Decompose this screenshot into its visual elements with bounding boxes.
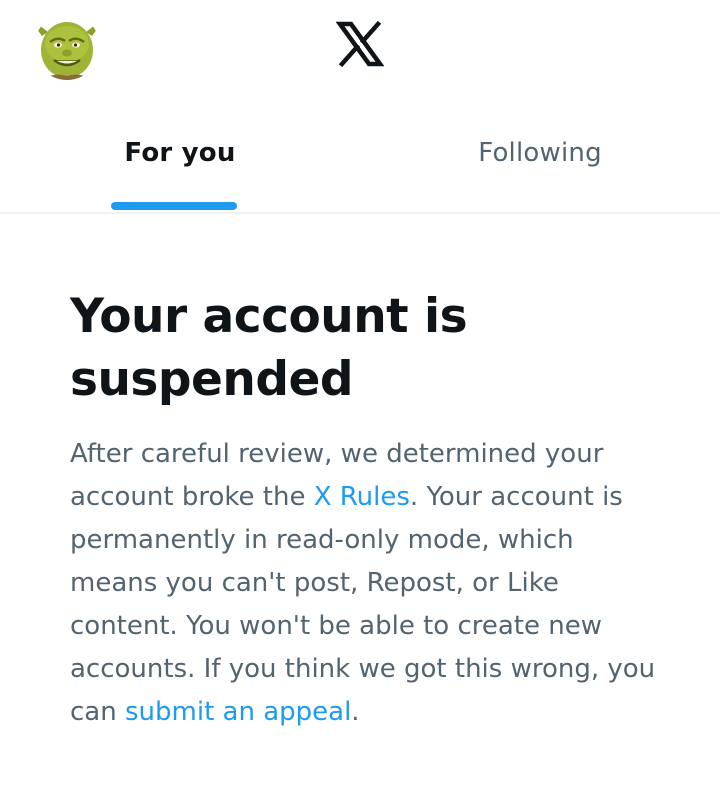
tab-following[interactable]: Following bbox=[360, 118, 720, 214]
notice-body-text-3: . bbox=[351, 697, 360, 727]
timeline-tabs: For you Following bbox=[0, 118, 720, 214]
notice-title: Your account is suspended bbox=[70, 289, 468, 407]
tab-following-label: Following bbox=[478, 138, 602, 168]
notice-body-text-2: . Your account is permanently in read-on… bbox=[70, 482, 656, 727]
suspension-notice: Your account is suspended After careful … bbox=[70, 285, 660, 734]
active-tab-indicator bbox=[111, 202, 237, 210]
x-logo-icon[interactable] bbox=[336, 20, 384, 68]
submit-appeal-link[interactable]: submit an appeal bbox=[125, 697, 351, 727]
tab-for-you[interactable]: For you bbox=[0, 118, 360, 214]
profile-avatar[interactable] bbox=[34, 14, 100, 80]
notice-body: After careful review, we determined your… bbox=[70, 433, 660, 734]
x-rules-link[interactable]: X Rules bbox=[314, 482, 410, 512]
tab-for-you-label: For you bbox=[124, 138, 236, 168]
top-bar bbox=[0, 0, 720, 100]
shrek-avatar-icon bbox=[34, 14, 100, 80]
tabs-divider bbox=[0, 212, 720, 214]
